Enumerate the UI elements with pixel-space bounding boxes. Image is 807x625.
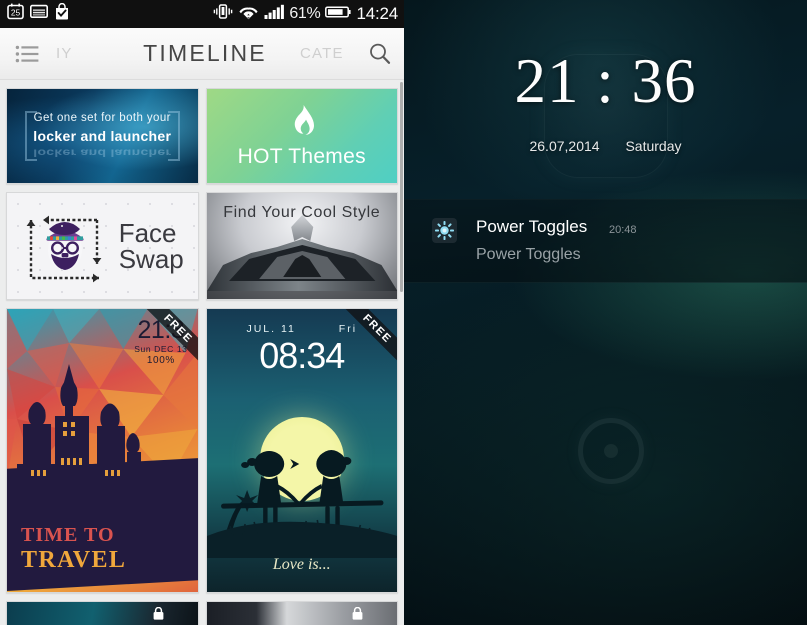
free-badge-ribbon: FREE xyxy=(339,309,397,367)
svg-text:25: 25 xyxy=(11,8,21,18)
battery-icon xyxy=(325,5,352,24)
notification-title: Power Toggles xyxy=(476,217,588,236)
signal-bars-icon xyxy=(264,4,285,25)
theme-travel-caption-line1: TIME TO xyxy=(21,524,115,546)
card-locker-launcher[interactable]: Get one set for both your locker and lau… xyxy=(6,88,199,184)
card-theme-partial-right[interactable] xyxy=(205,601,398,625)
free-badge-label: FREE xyxy=(340,309,397,366)
card-cool-style[interactable]: Find Your Cool Style xyxy=(205,192,398,300)
search-icon[interactable] xyxy=(356,42,404,66)
locker-banner-line2: locker and launcher xyxy=(33,127,172,144)
battery-percent-label: 61% xyxy=(289,5,321,22)
lock-icon xyxy=(153,606,164,620)
card-theme-travel[interactable]: 21:3 Sun DEC 13 100% TIME TO TRAVEL FREE xyxy=(6,308,199,593)
flame-icon xyxy=(289,104,315,143)
partial-theme-row xyxy=(6,601,398,625)
theme-love-caption: Love is... xyxy=(272,556,331,573)
vibrate-icon xyxy=(213,3,233,25)
checked-bag-icon xyxy=(54,2,70,25)
locker-banner-reflection: locker and launcher xyxy=(33,146,172,159)
theme-travel-caption: TIME TO TRAVEL xyxy=(21,524,126,574)
unlock-ring-center-dot xyxy=(603,444,618,458)
locker-banner-text: Get one set for both your locker and lau… xyxy=(33,112,171,161)
banner-row: Get one set for both your locker and lau… xyxy=(6,88,398,184)
face-swap-line1: Face xyxy=(118,218,177,248)
hot-themes-label: HOT Themes xyxy=(237,144,366,168)
lockscreen-panel: 21 : 36 26.07,2014 Saturday Power Toggle… xyxy=(404,0,807,625)
cool-style-title: Find Your Cool Style xyxy=(223,204,381,221)
card-theme-partial-left[interactable] xyxy=(6,601,199,625)
list-menu-icon[interactable] xyxy=(0,44,56,64)
wifi-icon xyxy=(238,3,259,25)
locker-banner-line1: Get one set for both your xyxy=(33,111,171,124)
card-face-swap[interactable]: Face Swap xyxy=(6,192,199,300)
unlock-ring-icon[interactable] xyxy=(577,418,644,484)
card-hot-themes[interactable]: HOT Themes xyxy=(205,88,398,184)
tab-my[interactable]: IY xyxy=(56,45,110,62)
tab-category[interactable]: CATE xyxy=(300,45,356,62)
face-swap-line2: Swap xyxy=(118,244,184,274)
notification-subtitle: Power Toggles xyxy=(476,246,581,263)
mid-banner-row: Face Swap Find Your Cool Style xyxy=(6,192,398,300)
lockscreen-date: 26.07,2014 xyxy=(529,138,600,154)
notification-card[interactable]: Power Toggles 20:48 Power Toggles xyxy=(404,199,807,283)
tab-timeline[interactable]: TIMELINE xyxy=(110,40,300,67)
theme-love-date: JUL. 11 xyxy=(246,323,296,335)
status-clock: 14:24 xyxy=(356,4,398,23)
status-bar: 25 61% 14:24 xyxy=(0,0,404,28)
app-toolbar: IY TIMELINE CATE xyxy=(0,28,404,80)
free-badge-ribbon: FREE xyxy=(140,309,198,367)
screenshot-icon xyxy=(30,4,48,24)
calendar-25-icon: 25 xyxy=(7,3,24,25)
lockscreen-date-row: 26.07,2014 Saturday xyxy=(404,138,807,154)
lock-icon xyxy=(352,606,363,620)
lockscreen-weekday: Saturday xyxy=(625,138,682,154)
status-bar-right-icons: 61% 14:24 xyxy=(213,0,398,28)
screenshot-root: 25 61% 14:24 IY TIMELINE CATE Get one se… xyxy=(0,0,807,625)
card-theme-love[interactable]: JUL. 11 Fri 08:34 Love is... FREE xyxy=(205,308,398,593)
face-swap-label: Face Swap xyxy=(119,220,184,272)
status-bar-left-icons: 25 xyxy=(7,2,70,25)
theme-content-grid: Get one set for both your locker and lau… xyxy=(0,80,404,625)
theme-store-panel: 25 61% 14:24 IY TIMELINE CATE Get one se… xyxy=(0,0,404,625)
theme-row: 21:3 Sun DEC 13 100% TIME TO TRAVEL FREE… xyxy=(6,308,398,593)
kids-on-branch-silhouette xyxy=(206,450,397,558)
content-scrollbar[interactable] xyxy=(400,82,403,292)
power-toggles-gear-icon xyxy=(432,218,457,243)
notification-time: 20:48 xyxy=(609,224,637,236)
theme-travel-caption-line2: TRAVEL xyxy=(21,547,127,573)
free-badge-label: FREE xyxy=(140,309,198,366)
cathedral-silhouette xyxy=(17,364,141,508)
lockscreen-clock: 21 : 36 xyxy=(514,46,697,116)
